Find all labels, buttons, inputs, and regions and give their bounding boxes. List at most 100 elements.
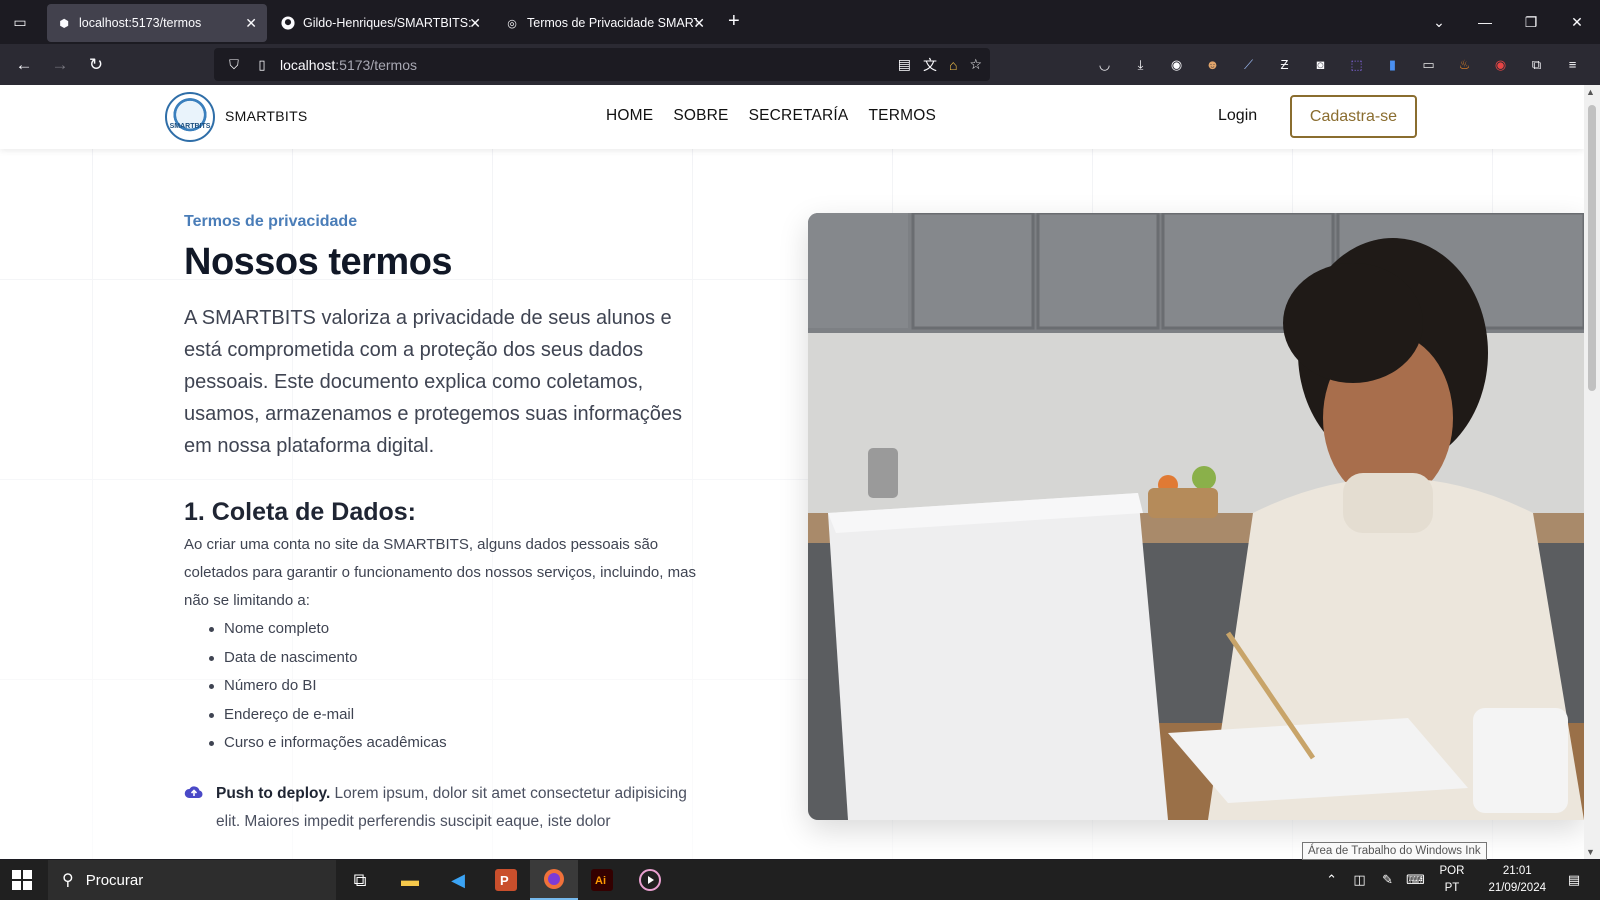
minimize-icon[interactable]: —	[1462, 14, 1508, 30]
pocket-icon[interactable]: ◡	[1094, 54, 1115, 75]
windows-start-icon[interactable]	[12, 870, 32, 890]
tab-label: Termos de Privacidade SMARTBI	[527, 16, 697, 30]
nav-termos[interactable]: TERMOS	[868, 107, 936, 125]
pen-ink-icon[interactable]: ✎	[1376, 872, 1400, 888]
meet-now-icon[interactable]: ◫	[1348, 872, 1372, 888]
eyebrow-label: Termos de privacidade	[184, 213, 358, 230]
site-header: SMARTBITS SMARTBITS HOME SOBRE SECRETARÍ…	[0, 85, 1584, 149]
terms-content: Termos de privacidade Nossos termos A SM…	[184, 213, 704, 836]
window-controls: ⌄ — ❐ ✕	[1416, 0, 1600, 44]
browser-tab-termos[interactable]: ◎ Termos de Privacidade SMARTBI ✕	[495, 4, 715, 42]
smartbits-logo[interactable]: SMARTBITS	[165, 92, 215, 142]
back-icon[interactable]: ←	[11, 52, 37, 78]
record-icon[interactable]: ◉	[1490, 54, 1511, 75]
nav-home[interactable]: HOME	[606, 107, 653, 125]
page-icon: ▯	[258, 56, 266, 72]
list-all-tabs-icon[interactable]: ⌄	[1416, 14, 1462, 31]
login-link[interactable]: Login	[1218, 107, 1257, 125]
svg-text:Ai: Ai	[595, 875, 606, 887]
tab-list-icon[interactable]: ▭	[8, 10, 32, 34]
notes-icon[interactable]: ▭	[1418, 54, 1439, 75]
search-icon: ⚲	[62, 872, 74, 889]
cloud-upload-icon	[184, 783, 204, 803]
zotero-icon[interactable]: Ƶ	[1274, 54, 1295, 75]
github-icon	[281, 16, 295, 30]
close-window-icon[interactable]: ✕	[1554, 14, 1600, 31]
list-item: Data de nascimento	[209, 644, 704, 673]
extension-avatar-icon[interactable]: ☻	[1202, 54, 1223, 75]
pen-tool-icon[interactable]: ⟋	[1238, 54, 1259, 75]
section-heading: 1. Coleta de Dados:	[184, 498, 416, 526]
search-placeholder: Procurar	[85, 871, 144, 889]
tab-close-icon[interactable]: ✕	[469, 15, 481, 32]
globe-icon: ◎	[507, 17, 517, 30]
browser-tab-strip: ▭ ⬢ localhost:5173/termos ✕ Gildo-Henriq…	[0, 0, 1600, 44]
lead-paragraph: A SMARTBITS valoriza a privacidade de se…	[184, 307, 683, 457]
tab-close-icon[interactable]: ✕	[693, 15, 705, 32]
reload-icon[interactable]: ↻	[83, 52, 109, 78]
page-scrollbar[interactable]: ▲ ▼	[1584, 85, 1600, 859]
account-icon[interactable]: ◉	[1166, 54, 1187, 75]
extensions-bar: ◡ ⤓ ◉ ☻ ⟋ Ƶ ◙ ⬚ ▮ ▭ ♨ ◉ ⧉ ≡	[1094, 44, 1583, 85]
data-items-list: Nome completo Data de nascimento Número …	[209, 615, 704, 758]
vscode-icon[interactable]: ◀	[434, 860, 482, 900]
translate-icon[interactable]: 文	[923, 55, 937, 75]
notifications-icon[interactable]: ▤	[1562, 872, 1586, 888]
scroll-up-icon[interactable]: ▲	[1586, 87, 1595, 97]
web-page: SMARTBITS SMARTBITS HOME SOBRE SECRETARÍ…	[0, 85, 1584, 859]
tab-label: localhost:5173/termos	[79, 16, 202, 30]
illustrator-icon[interactable]: Ai	[578, 860, 626, 900]
tooltip: Área de Trabalho do Windows Ink	[1302, 842, 1487, 860]
nav-sobre[interactable]: SOBRE	[673, 107, 728, 125]
section-paragraph: Ao criar uma conta no site da SMARTBITS,…	[184, 536, 696, 609]
clock[interactable]: 21:01 21/09/2024	[1488, 863, 1546, 897]
scrollbar-thumb[interactable]	[1588, 105, 1596, 391]
system-tray: ⌃ ◫ ✎ ⌨ POR PT 21:01 21/09/2024 ▤	[1318, 860, 1600, 900]
page-title: Nossos termos	[184, 241, 453, 283]
reader-view-icon[interactable]: ▤	[898, 56, 911, 73]
forward-icon[interactable]: →	[47, 52, 73, 78]
address-bar[interactable]: ⛉ ▯ localhost:5173/termos ▤ 文 ⌂ ☆	[214, 48, 990, 81]
brand-name[interactable]: SMARTBITS	[225, 108, 308, 124]
new-tab-icon[interactable]: +	[728, 10, 740, 33]
bookmark-star-icon[interactable]: ☆	[969, 56, 982, 73]
list-item: Nome completo	[209, 615, 704, 644]
shield-icon[interactable]: ⛉	[226, 57, 242, 73]
keyboard-icon[interactable]: ⌨	[1404, 872, 1428, 888]
feature-bold: Push to deploy.	[216, 784, 331, 802]
taskbar-search[interactable]: ⚲ Procurar	[48, 860, 336, 900]
browser-tab-localhost[interactable]: ⬢ localhost:5173/termos ✕	[47, 4, 267, 42]
powerpoint-icon[interactable]: P	[482, 860, 530, 900]
screenshot-icon[interactable]: ⬚	[1346, 54, 1367, 75]
extensions-puzzle-icon[interactable]: ⧉	[1526, 54, 1547, 75]
downloads-icon[interactable]: ⤓	[1130, 54, 1151, 75]
docs-icon[interactable]: ▮	[1382, 54, 1403, 75]
main-nav: HOME SOBRE SECRETARÍA TERMOS	[606, 107, 936, 125]
menu-icon[interactable]: ≡	[1562, 54, 1583, 75]
camera-icon[interactable]: ◙	[1310, 54, 1331, 75]
fire-extension-icon[interactable]: ♨	[1454, 54, 1475, 75]
scroll-down-icon[interactable]: ▼	[1586, 847, 1595, 857]
svg-text:P: P	[500, 873, 509, 888]
browser-tab-github[interactable]: Gildo-Henriques/SMARTBITS: P ✕	[271, 4, 491, 42]
language-indicator[interactable]: POR PT	[1440, 863, 1465, 897]
file-explorer-icon[interactable]: ▬	[386, 860, 434, 900]
list-item: Endereço de e-mail	[209, 701, 704, 730]
firefox-icon[interactable]	[530, 860, 578, 900]
chevron-up-icon[interactable]: ⌃	[1320, 872, 1344, 888]
tab-label: Gildo-Henriques/SMARTBITS: P	[303, 16, 473, 30]
list-item: Curso e informações acadêmicas	[209, 729, 704, 758]
signup-button[interactable]: Cadastra-se	[1290, 95, 1417, 138]
tab-close-icon[interactable]: ✕	[245, 15, 257, 32]
url-text[interactable]: localhost:5173/termos	[280, 57, 417, 73]
page-favicon-icon: ⬢	[59, 17, 69, 30]
hero-photo-woman-laptop	[808, 213, 1584, 820]
home-icon[interactable]: ⌂	[949, 57, 957, 73]
browser-toolbar: ← → ↻ ⛉ ▯ localhost:5173/termos ▤ 文 ⌂ ☆ …	[0, 44, 1600, 85]
nav-secretaria[interactable]: SECRETARÍA	[749, 107, 849, 125]
restore-icon[interactable]: ❐	[1508, 14, 1554, 31]
media-player-icon[interactable]	[626, 860, 674, 900]
windows-taskbar: ⚲ Procurar ⧉ ▬ ◀ P Ai ⌃ ◫ ✎ ⌨ POR PT 21:…	[0, 860, 1600, 900]
task-view-icon[interactable]: ⧉	[336, 860, 384, 900]
logo-text: SMARTBITS	[169, 122, 211, 130]
